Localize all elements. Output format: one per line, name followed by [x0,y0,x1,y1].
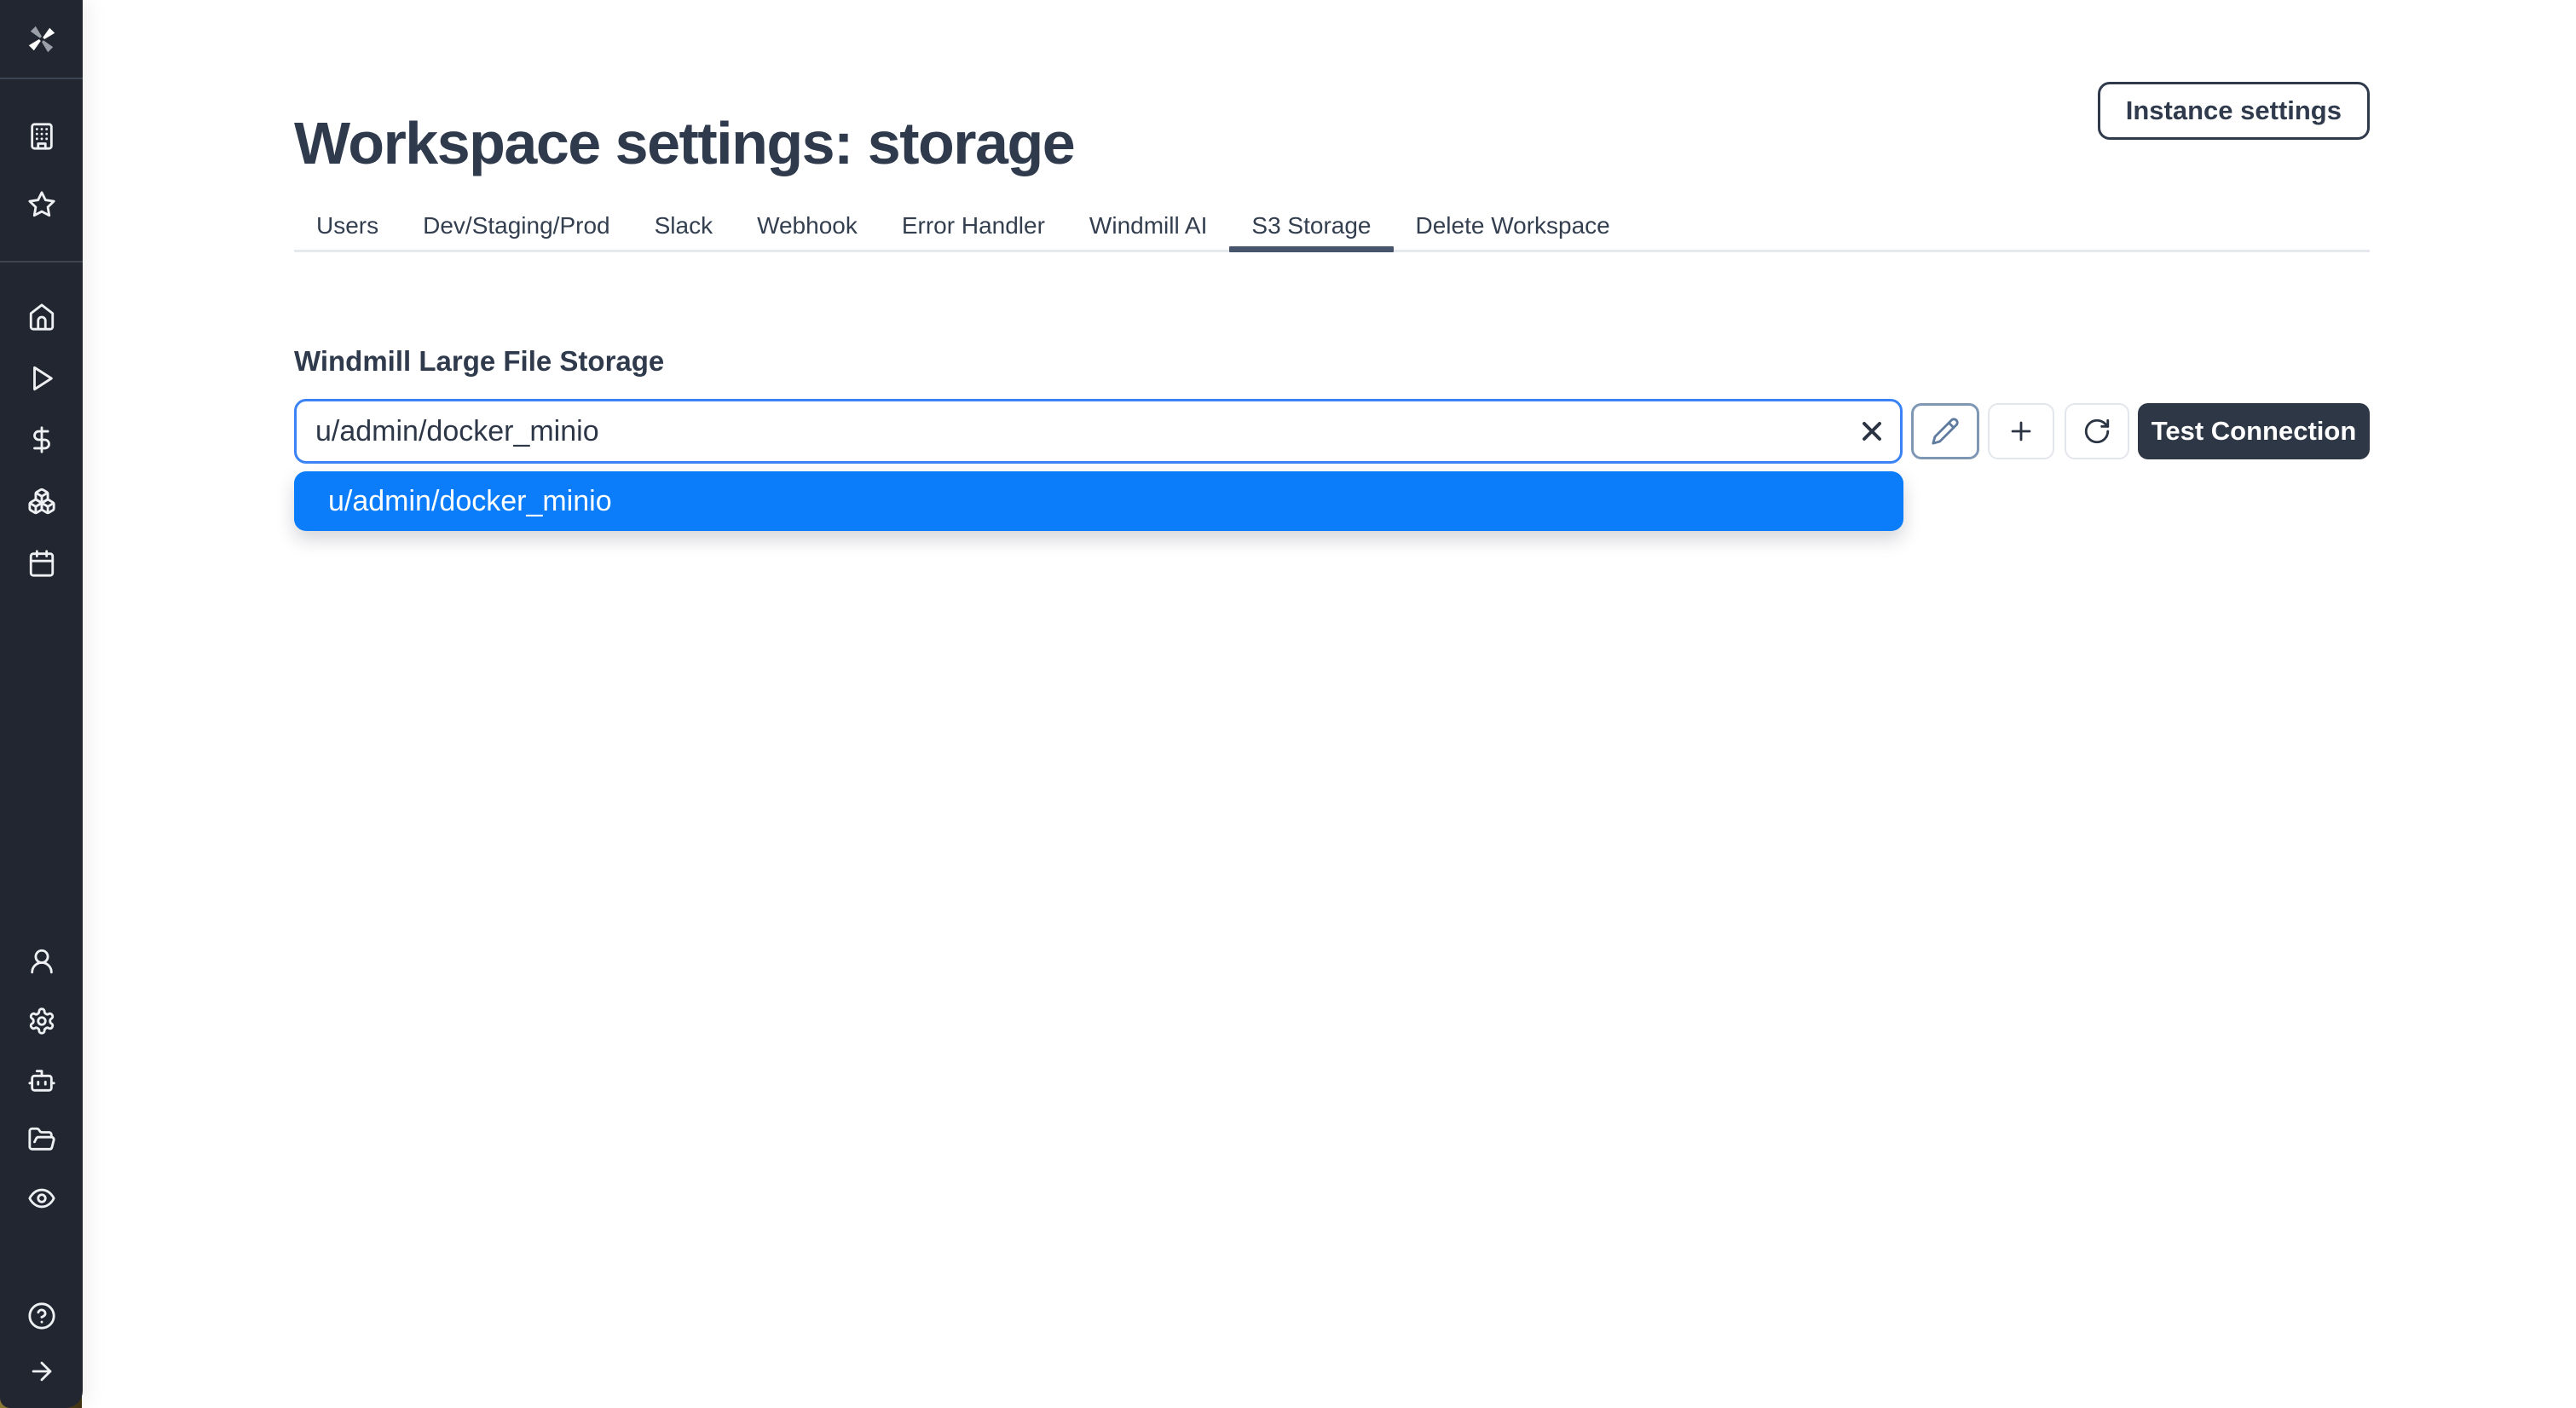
resource-input-wrap [294,399,1903,464]
test-connection-button[interactable]: Test Connection [2138,403,2370,459]
tab-webhook[interactable]: Webhook [735,201,880,250]
tab-dev-staging-prod[interactable]: Dev/Staging/Prod [401,201,632,250]
section-title-large-file-storage: Windmill Large File Storage [294,345,664,378]
x-clear-icon[interactable] [1857,416,1887,447]
instance-settings-button[interactable]: Instance settings [2098,82,2370,140]
help-icon[interactable] [27,1301,56,1330]
refresh-resources-button[interactable] [2065,403,2129,459]
edit-resource-button[interactable] [1911,403,1979,459]
tab-s3-storage[interactable]: S3 Storage [1229,201,1393,250]
pencil-edit-icon [1931,417,1960,446]
windmill-logo[interactable] [21,19,62,60]
tab-error-handler[interactable]: Error Handler [880,201,1067,250]
add-resource-button[interactable] [1988,403,2054,459]
robot-icon[interactable] [27,1066,56,1095]
sidebar-divider [0,78,83,79]
settings-tab-bar: Users Dev/Staging/Prod Slack Webhook Err… [294,201,2370,252]
eye-icon[interactable] [27,1184,56,1213]
settings-gear-icon[interactable] [27,1007,56,1036]
tab-users[interactable]: Users [294,201,401,250]
resource-dropdown-option-selected[interactable]: u/admin/docker_minio [294,471,1903,531]
folder-open-icon[interactable] [27,1125,56,1154]
tab-slack[interactable]: Slack [632,201,735,250]
page-title: Workspace settings: storage [294,113,1074,173]
sidebar-divider [0,261,83,263]
tab-delete-workspace[interactable]: Delete Workspace [1394,201,1632,250]
dollar-icon[interactable] [27,425,56,454]
refresh-icon [2082,417,2111,446]
play-icon[interactable] [27,364,56,393]
calendar-icon[interactable] [27,549,56,578]
storage-control-row: Test Connection [294,399,2370,464]
star-icon[interactable] [27,190,56,219]
user-icon[interactable] [27,947,56,976]
home-icon[interactable] [27,303,56,332]
plus-icon [2007,417,2036,446]
boxes-icon[interactable] [27,487,56,516]
arrow-right-icon[interactable] [27,1357,56,1386]
s3-resource-input[interactable] [294,399,1903,464]
sidebar [0,0,83,1408]
building-icon[interactable] [27,122,56,151]
tab-windmill-ai[interactable]: Windmill AI [1067,201,1229,250]
